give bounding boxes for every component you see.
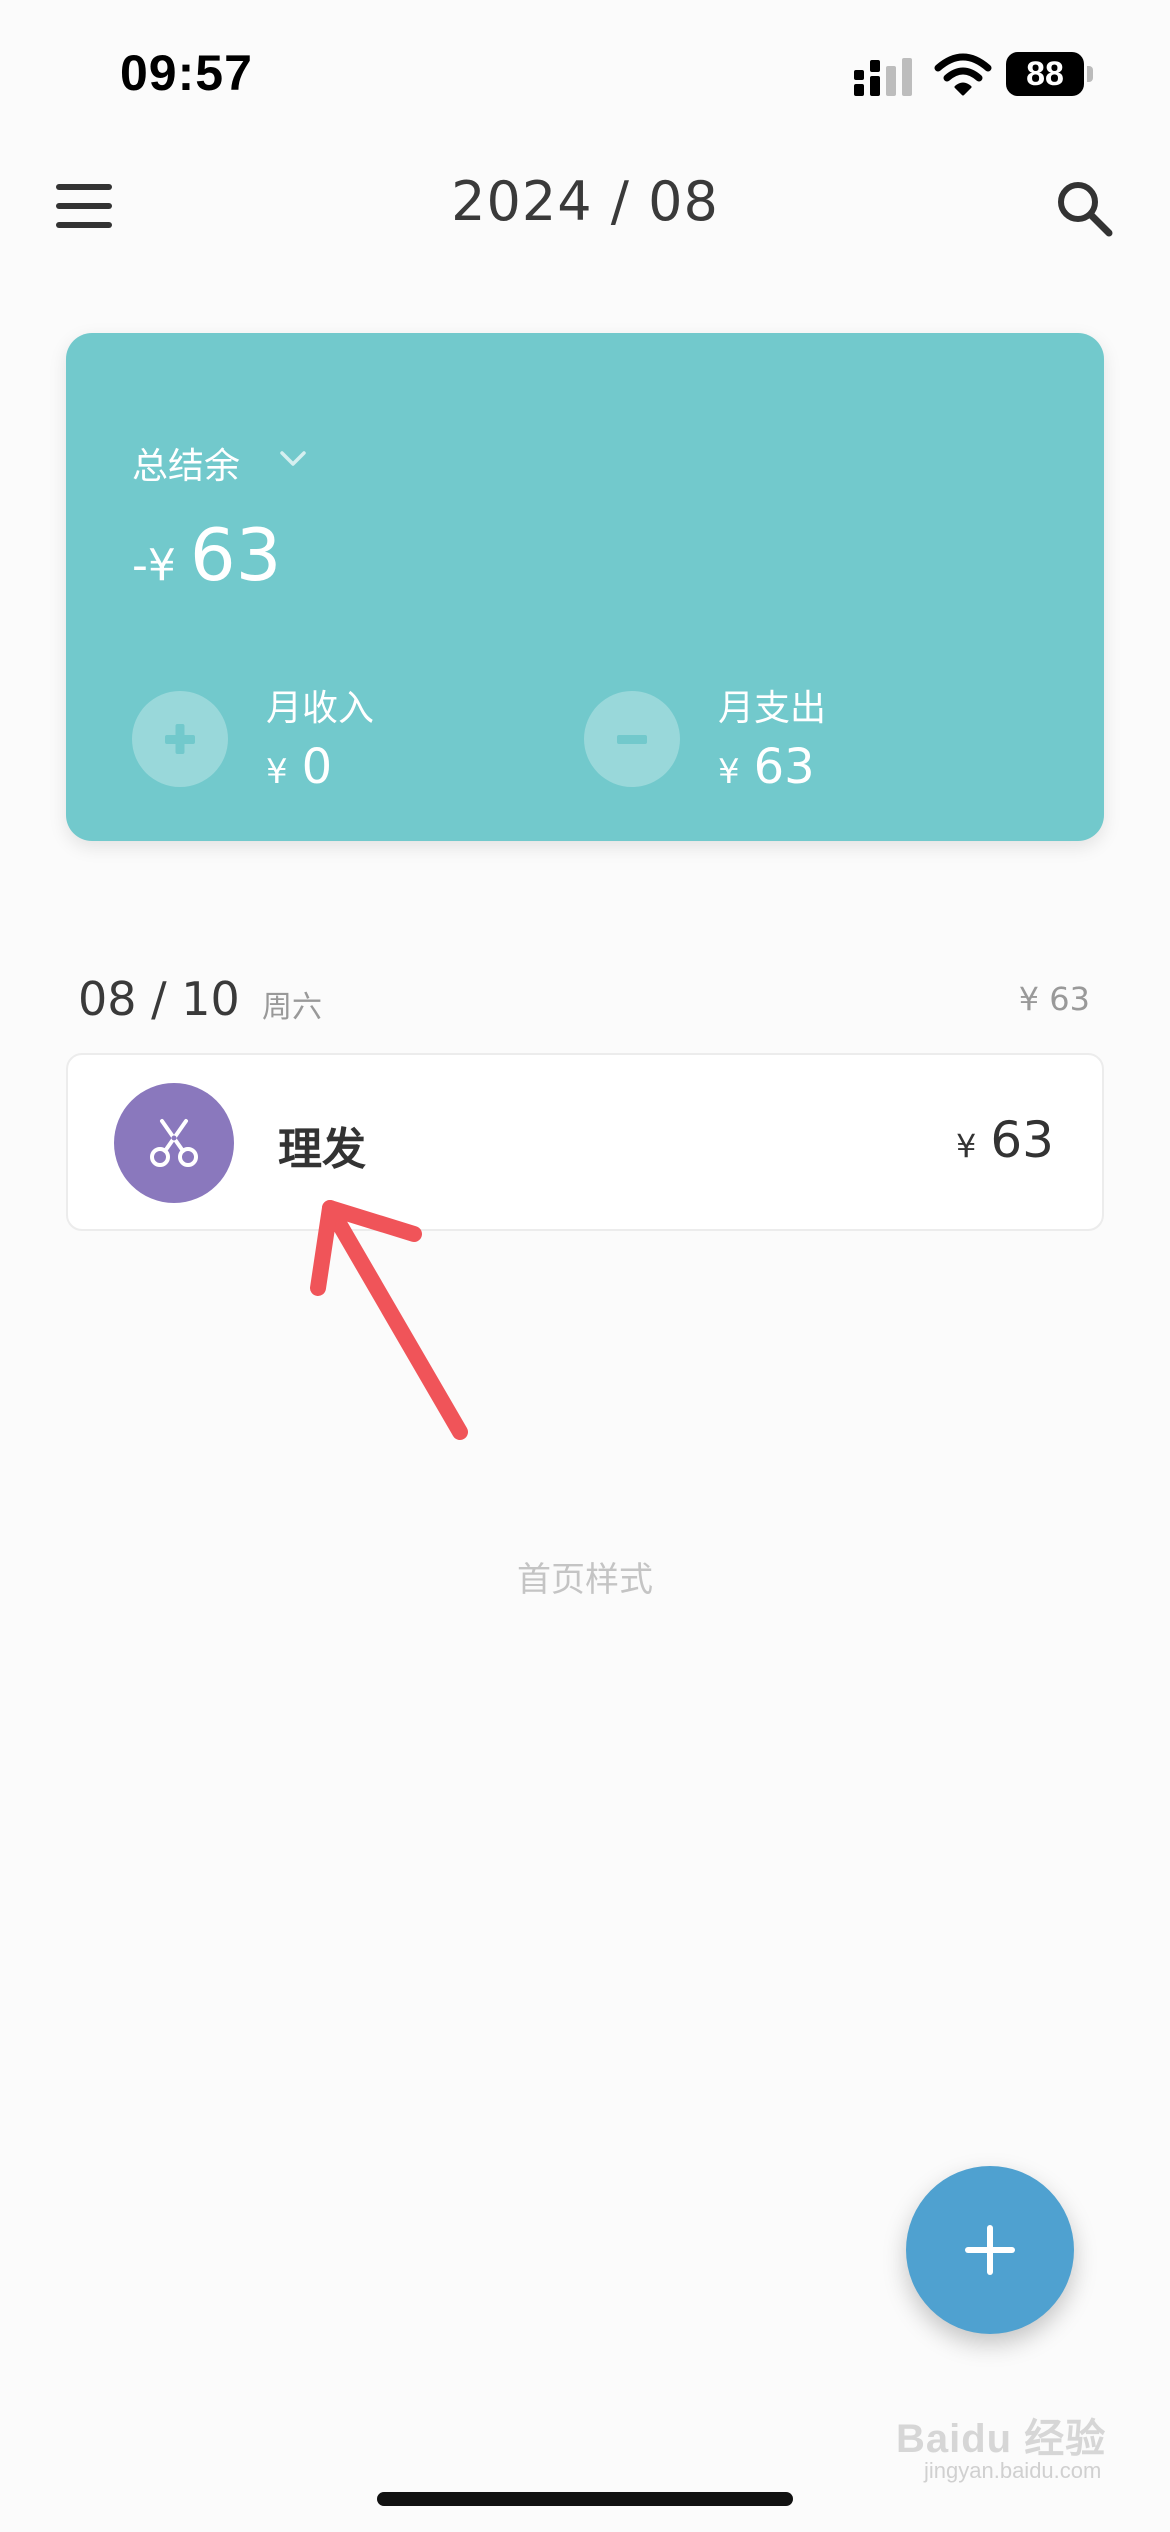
balance-label[interactable]: 总结余: [132, 437, 240, 489]
watermark: Baidu 经验: [896, 2417, 1107, 2461]
battery-cap: [1087, 66, 1093, 82]
battery-level: 88: [1026, 55, 1064, 93]
balance-value: 63: [189, 513, 282, 597]
expense-label: 月支出: [718, 688, 827, 729]
income-label: 月收入: [266, 688, 375, 729]
footer-caption: 首页样式: [517, 1560, 653, 1600]
status-time: 09:57: [120, 45, 253, 101]
search-icon[interactable]: [1054, 178, 1114, 238]
plus-icon: [965, 2225, 1015, 2275]
day-weekday: 周六: [262, 990, 322, 1025]
record-value: 63: [990, 1111, 1054, 1169]
income-amount: 0: [301, 739, 333, 795]
battery-icon: 88: [1006, 52, 1094, 98]
signal-icon: [854, 58, 912, 96]
expense-minus-icon: [584, 691, 680, 787]
wifi-icon: [934, 53, 992, 96]
day-total: ¥ 63: [1018, 980, 1090, 1018]
record-amount: ¥63: [956, 1111, 1054, 1169]
record-name: 理发: [278, 1124, 366, 1175]
balance-card: 总结余 -¥ 63 月收入 ¥0 月支出 ¥63: [66, 333, 1104, 841]
record-currency: ¥: [956, 1127, 977, 1165]
home-indicator[interactable]: [377, 2492, 793, 2506]
expense-amount: 63: [753, 739, 815, 795]
balance-currency: -¥: [132, 540, 176, 591]
income-value: ¥0: [266, 739, 332, 795]
record-row[interactable]: 理发 ¥63: [66, 1053, 1104, 1231]
balance-amount: -¥ 63: [132, 513, 282, 597]
category-icon: [114, 1083, 234, 1203]
chevron-down-icon[interactable]: [278, 443, 308, 473]
income-plus-icon: [132, 691, 228, 787]
watermark-url: jingyan.baidu.com: [924, 2458, 1102, 2483]
month-title[interactable]: 2024 / 08: [0, 170, 1170, 233]
expense-value: ¥63: [718, 739, 815, 795]
status-bar: 09:57 88: [0, 0, 1170, 150]
day-date: 08 / 10: [78, 972, 240, 1026]
annotation-arrow-icon: [310, 1200, 468, 1440]
header: 2024 / 08: [0, 160, 1170, 250]
expense-currency: ¥: [718, 752, 740, 792]
scissors-icon: [150, 1119, 198, 1167]
income-currency: ¥: [266, 752, 288, 792]
add-record-button[interactable]: [906, 2166, 1074, 2334]
